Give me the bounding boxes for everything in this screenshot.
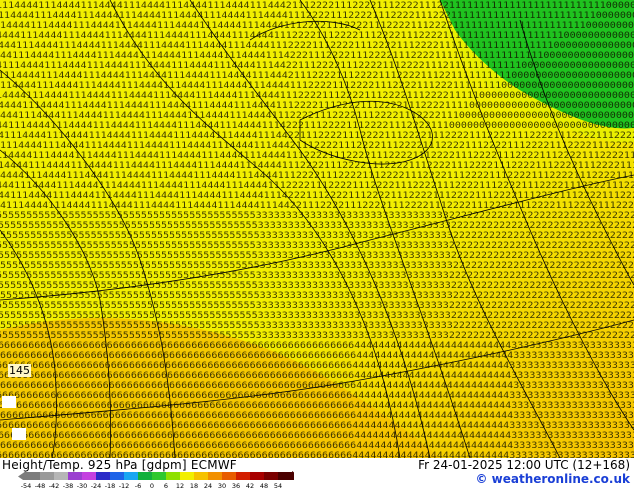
digit-row: 6666666666666666666666666666666666666666… [0,431,634,441]
digit-row: 1144441114444111444411144441114444111444… [0,151,634,161]
map-marker [2,396,16,408]
colorbar-tick-label: 12 [175,482,185,490]
digit-row: 5555555555555555555555555555555555555555… [0,251,634,261]
colorbar-tick-label: -48 [34,482,46,490]
digit-row: 4411144441114444111444411144441114444111… [0,51,634,61]
digit-row: 5555555555555555555555555555555555555555… [0,271,634,281]
map-footer: Height/Temp. 925 hPa [gdpm] ECMWF Fr 24-… [0,458,634,490]
colorbar-swatch [68,472,82,480]
colorbar-swatch [26,472,40,480]
digit-row: 5555555555555555555555555555555555555555… [0,321,634,331]
colorbar-swatch [194,472,208,480]
credit-link[interactable]: © weatheronline.co.uk [475,472,630,486]
digit-row: 4444111444411144441114444111444411144441… [0,31,634,41]
digit-row: 4111444411144441114444111444411144441114… [0,61,634,71]
colorbar-swatch [236,472,250,480]
color-legend [18,471,294,480]
colorbar-swatch [166,472,180,480]
colorbar-swatch [40,472,54,480]
digit-row: 6666666666666666666666666666666666666666… [0,411,634,421]
digit-row: 4441114444111444411144441114444111444411… [0,41,634,51]
temperature-digits: 1114444111444411144441114444111444411144… [0,1,634,458]
colorbar-swatch [180,472,194,480]
colorbar-tick-label: -42 [48,482,60,490]
colorbar-tick-label: 6 [163,482,169,490]
colorbar-swatch [82,472,96,480]
digit-row: 6666666666666666666666666666666666666666… [0,401,634,411]
digit-row: 1114444111444411144441114444111444411144… [0,1,634,11]
colorbar-swatch [110,472,124,480]
digit-row: 4444111444411144441114444111444411144441… [0,101,634,111]
digit-row: 6666666666666666666666666666666666666666… [0,441,634,451]
colorbar-tick-label: 42 [245,482,255,490]
colorbar-tick-label: -30 [76,482,88,490]
colorbar-swatch [222,472,236,480]
map-canvas: 1114444111444411144441114444111444411144… [0,0,634,458]
digit-row: 1444411144441114444111444411144441114444… [0,161,634,171]
colorbar-tick-label: 54 [273,482,283,490]
digit-row: 6666666666666666666666666666666666666666… [0,421,634,431]
valid-time: Fr 24-01-2025 12:00 UTC (12+168) [418,458,630,472]
digit-row: 4411144441114444111444411144441114444111… [0,191,634,201]
digit-row: 6666666666666666666666666666666666666666… [0,391,634,401]
digit-row: 6666666666666666666666666666666666666666… [0,371,634,381]
digit-row: 5555555555555555555555555555555555555555… [0,311,634,321]
colorbar-tick-label: -18 [104,482,116,490]
digit-row: 5555555555555555555555555555555555555555… [0,211,634,221]
colorbar-swatch [278,472,292,480]
colorbar-tick-label: 48 [259,482,269,490]
digit-row: 1144441114444111444411144441114444111444… [0,11,634,21]
map-marker [12,428,26,440]
colorbar-tick-label: 0 [149,482,155,490]
digit-row: 4411144441114444111444411144441114444111… [0,121,634,131]
map-title: Height/Temp. 925 hPa [gdpm] ECMWF [2,458,237,472]
digit-row: 6666666666666666666666666666666666666666… [0,361,634,371]
colorbar-tick-label: -6 [134,482,142,490]
colorbar-swatch [250,472,264,480]
digit-row: 4111444411144441114444111444411144441114… [0,201,634,211]
colorbar-swatch [208,472,222,480]
colorbar-arrow-right [292,471,294,480]
digit-row: 6666666666666666666666666666666666666666… [0,351,634,361]
colorbar-swatch [54,472,68,480]
digit-row: 4111444411144441114444111444411144441114… [0,131,634,141]
colorbar-tick-label: 24 [203,482,213,490]
colorbar-swatch [152,472,166,480]
digit-row: 1144441114444111444411144441114444111444… [0,81,634,91]
colorbar-tick-label: -12 [118,482,130,490]
digit-row: 5555555555555555555555555555555555555555… [0,331,634,341]
digit-row: 6666666666666666666666666666666666666666… [0,451,634,458]
colorbar-tick-label: -54 [20,482,32,490]
digit-row: 5555555555555555555555555555555555555555… [0,261,634,271]
colorbar-tick-label: 36 [231,482,241,490]
digit-row: 5555555555555555555555555555555555555555… [0,291,634,301]
digit-row: 5555555555555555555555555555555555555555… [0,301,634,311]
contour-label: 145 [8,364,31,377]
colorbar-swatch [264,472,278,480]
colorbar-tick-label: 18 [189,482,199,490]
weather-map: 1114444111444411144441114444111444411144… [0,0,634,458]
digit-row: 4441114444111444411144441114444111444411… [0,181,634,191]
colorbar-swatch [124,472,138,480]
colorbar-swatch [96,472,110,480]
digit-row: 6666666666666666666666666666666666666666… [0,381,634,391]
colorbar-tick-label: 30 [217,482,227,490]
colorbar-swatch [138,472,152,480]
colorbar-arrow-left [18,471,26,480]
digit-row: 6666666666666666666666666666666666666666… [0,341,634,351]
digit-row: 5555555555555555555555555555555555555555… [0,231,634,241]
digit-row: 1444411144441114444111444411144441114444… [0,91,634,101]
colorbar-tick-label: -38 [62,482,74,490]
colorbar-tick-label: -24 [90,482,102,490]
digit-row: 5555555555555555555555555555555555555555… [0,221,634,231]
